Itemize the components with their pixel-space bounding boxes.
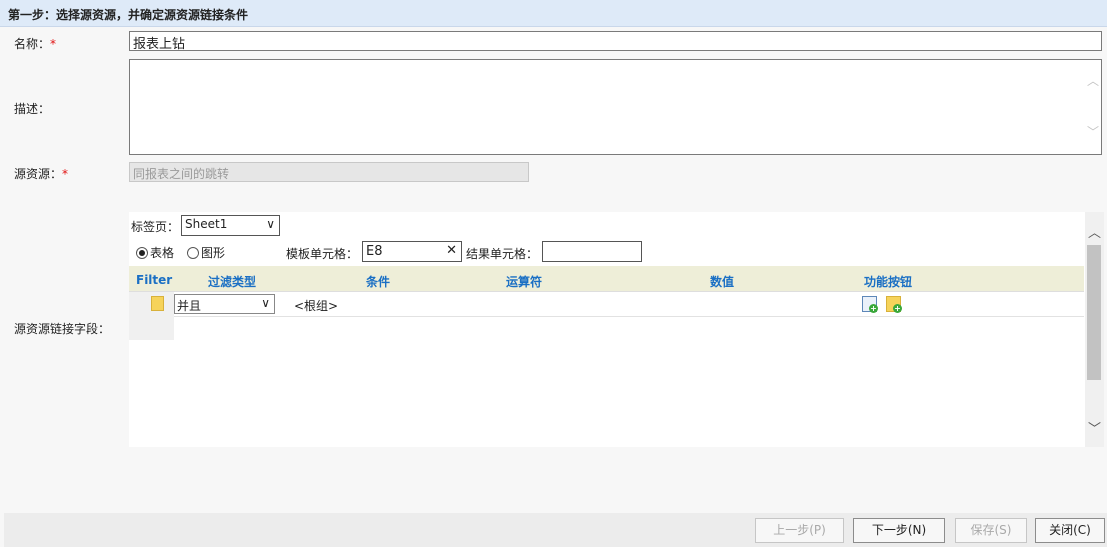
column-header: 功能按钮 bbox=[864, 275, 913, 289]
add-group-icon[interactable]: + bbox=[886, 296, 902, 313]
result-cell-label: 结果单元格： bbox=[466, 247, 539, 261]
description-textarea[interactable]: ︿ ﹀ bbox=[129, 59, 1102, 155]
prev-button[interactable]: 上一步(P) bbox=[755, 518, 844, 543]
name-input[interactable]: 报表上钻 bbox=[129, 31, 1102, 52]
source-label: 源资源：* bbox=[14, 167, 69, 181]
chevron-down-icon: ∨ bbox=[266, 217, 275, 231]
sheet-selected-value: Sheet1 bbox=[185, 217, 228, 231]
step-title: 第一步：选择源资源，并确定源资源链接条件 bbox=[8, 8, 249, 22]
grid-header: Filter 过滤类型 条件 运算符 数值 功能按钮 bbox=[129, 266, 1084, 292]
source-input: 同报表之间的跳转 bbox=[129, 162, 529, 182]
description-scrollbar[interactable]: ︿ ﹀ bbox=[1085, 60, 1101, 154]
template-cell-value: E8 bbox=[366, 244, 383, 259]
panel-scrollbar[interactable]: ︿ ﹀ bbox=[1085, 212, 1104, 447]
column-header: 数值 bbox=[710, 275, 735, 289]
column-header: Filter bbox=[136, 273, 173, 287]
scroll-down-icon[interactable]: ﹀ bbox=[1088, 418, 1101, 437]
scroll-down-icon[interactable]: ﹀ bbox=[1087, 123, 1099, 140]
radio-table[interactable]: 表格 bbox=[136, 244, 174, 261]
column-header: 过滤类型 bbox=[208, 275, 257, 289]
required-mark: * bbox=[50, 37, 57, 51]
clear-icon[interactable]: ✕ bbox=[446, 243, 457, 258]
scroll-up-icon[interactable]: ︿ bbox=[1087, 72, 1099, 89]
required-mark: * bbox=[62, 167, 69, 181]
scroll-thumb[interactable] bbox=[1087, 245, 1101, 380]
chevron-down-icon: ∨ bbox=[261, 296, 270, 310]
folder-icon bbox=[151, 296, 164, 311]
radio-chart[interactable]: 图形 bbox=[187, 244, 225, 261]
filter-type-value: 并且 bbox=[177, 299, 202, 313]
template-cell-input[interactable]: E8 ✕ bbox=[362, 241, 462, 262]
sheet-tab-label: 标签页： bbox=[131, 220, 180, 234]
link-field-label: 源资源链接字段： bbox=[14, 322, 111, 336]
next-button[interactable]: 下一步(N) bbox=[853, 518, 945, 543]
description-label: 描述： bbox=[14, 102, 51, 116]
column-header: 运算符 bbox=[506, 275, 543, 289]
add-condition-icon[interactable]: + bbox=[862, 296, 878, 313]
result-cell-input[interactable] bbox=[542, 241, 642, 262]
condition-root: <根组> bbox=[294, 299, 339, 313]
radio-chart-label: 图形 bbox=[201, 246, 226, 260]
step-header: 第一步：选择源资源，并确定源资源链接条件 bbox=[0, 0, 1107, 27]
radio-checked-icon[interactable] bbox=[136, 246, 148, 259]
filter-type-select[interactable]: 并且 ∨ bbox=[174, 294, 275, 314]
name-label: 名称：* bbox=[14, 37, 57, 51]
save-button[interactable]: 保存(S) bbox=[955, 518, 1027, 543]
scroll-up-icon[interactable]: ︿ bbox=[1088, 222, 1101, 241]
template-cell-label: 模板单元格： bbox=[286, 247, 359, 261]
column-header: 条件 bbox=[366, 275, 391, 289]
sheet-select[interactable]: Sheet1 ∨ bbox=[181, 215, 280, 236]
close-button[interactable]: 关闭(C) bbox=[1035, 518, 1105, 543]
radio-table-label: 表格 bbox=[150, 246, 175, 260]
radio-unchecked-icon[interactable] bbox=[187, 246, 199, 259]
